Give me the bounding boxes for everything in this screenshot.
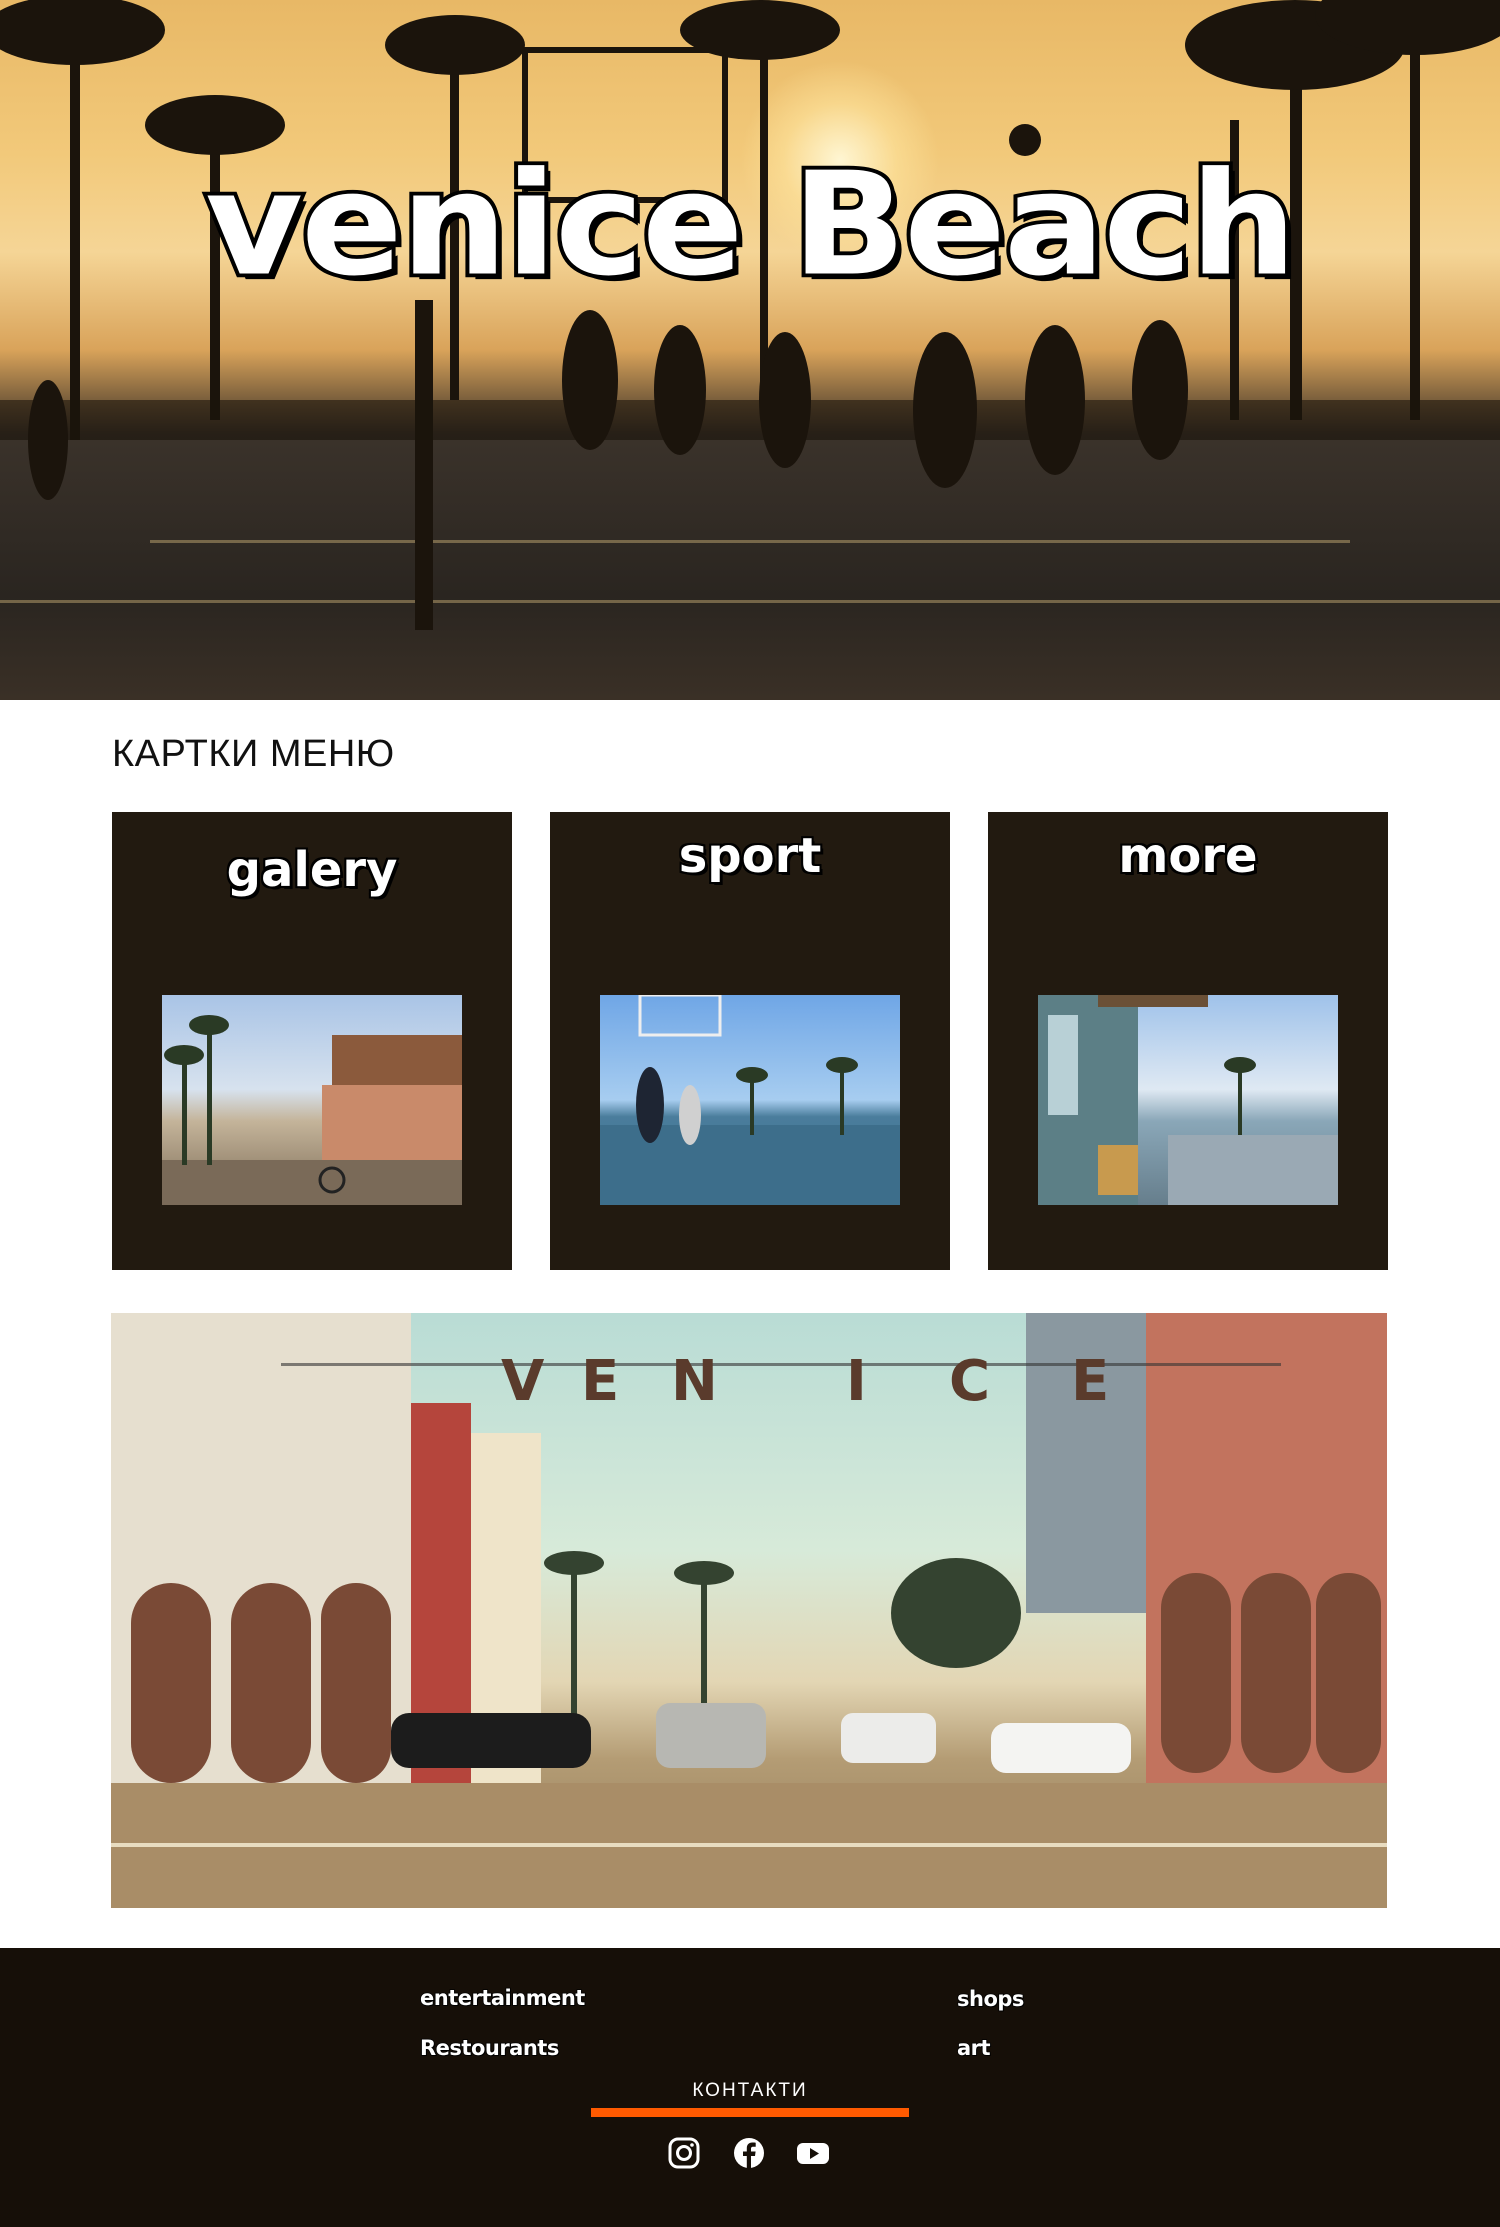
hero-banner: venice Beach bbox=[0, 0, 1500, 700]
facebook-icon[interactable] bbox=[732, 2136, 766, 2170]
sign-letter: I bbox=[846, 1349, 867, 1414]
youtube-icon[interactable] bbox=[796, 2136, 830, 2170]
card-title: more bbox=[1116, 826, 1259, 886]
sign-letter: C bbox=[949, 1349, 991, 1414]
sign-letter: V bbox=[501, 1349, 545, 1414]
contacts-underline bbox=[591, 2108, 909, 2117]
section-title: КАРТКИ МЕНЮ bbox=[112, 733, 395, 775]
sign-letter: N bbox=[671, 1349, 718, 1414]
contacts-label: КОНТАКТИ bbox=[692, 2080, 808, 2101]
sign-wire bbox=[281, 1363, 1281, 1366]
footer-link-restaurants[interactable]: Restourants bbox=[419, 2035, 560, 2061]
card-gallery[interactable]: galery bbox=[112, 812, 512, 1270]
instagram-icon[interactable] bbox=[667, 2136, 701, 2170]
card-title: galery bbox=[225, 840, 400, 900]
sign-letter: E bbox=[1071, 1349, 1110, 1414]
footer-link-shops[interactable]: shops bbox=[956, 1986, 1025, 2012]
footer-link-entertainment[interactable]: entertainment bbox=[419, 1985, 586, 2011]
card-image-gallery bbox=[162, 995, 462, 1205]
hero-title: venice Beach bbox=[201, 142, 1301, 308]
hero-silhouettes bbox=[0, 0, 1500, 630]
hero-title-wrap: venice Beach bbox=[0, 150, 1500, 300]
card-image-sport bbox=[600, 995, 900, 1205]
card-more[interactable]: more bbox=[988, 812, 1388, 1270]
card-title: sport bbox=[677, 826, 824, 886]
card-sport[interactable]: sport bbox=[550, 812, 950, 1270]
card-image-more bbox=[1038, 995, 1338, 1205]
sign-letter: E bbox=[581, 1349, 620, 1414]
venice-sign-photo: V E N I C E bbox=[111, 1313, 1387, 1908]
footer-link-art[interactable]: art bbox=[956, 2035, 991, 2061]
